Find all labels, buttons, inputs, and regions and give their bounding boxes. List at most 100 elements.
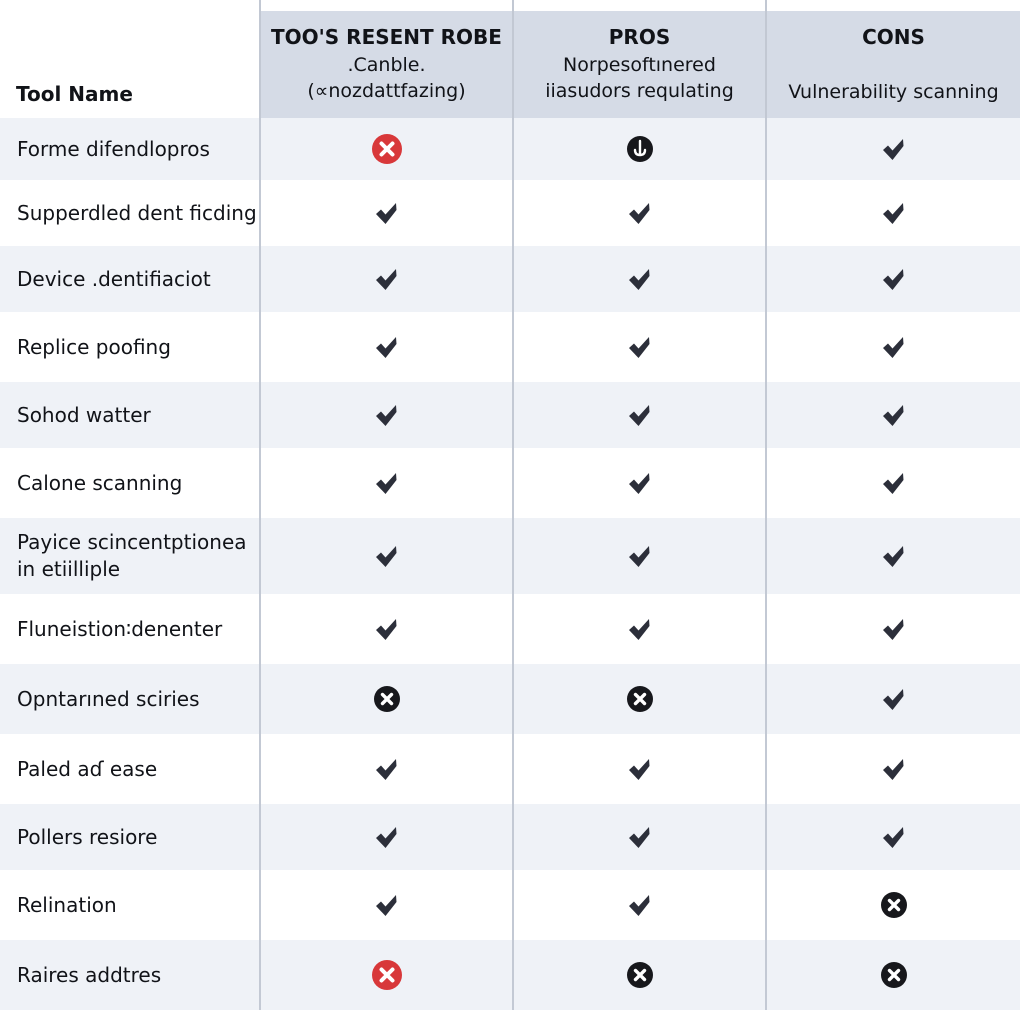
status-cell — [259, 118, 513, 180]
x-circle-red-icon — [371, 133, 403, 165]
checkmark-icon — [371, 263, 403, 295]
status-cell — [512, 804, 766, 870]
status-cell — [765, 518, 1020, 594]
header-feature-1: TOO'S RESENT ROBE .Canble. (∝nozdattfazin… — [259, 0, 513, 118]
checkmark-icon — [624, 889, 656, 921]
checkmark-icon — [878, 683, 910, 715]
status-cell — [765, 594, 1020, 664]
table-row: Pollers resiore — [0, 804, 1020, 870]
status-cell — [512, 664, 766, 734]
checkmark-icon — [878, 399, 910, 431]
checkmark-icon — [624, 540, 656, 572]
status-cell — [765, 382, 1020, 448]
x-circle-dark-icon — [878, 889, 910, 921]
checkmark-icon — [878, 613, 910, 645]
checkmark-icon — [371, 753, 403, 785]
checkmark-icon — [624, 467, 656, 499]
table-row: Fluneistion∶denenter — [0, 594, 1020, 664]
tool-name-cell: Sohod watter — [0, 382, 260, 448]
checkmark-icon — [878, 540, 910, 572]
status-cell — [765, 940, 1020, 1010]
checkmark-icon — [878, 331, 910, 363]
tool-name-cell: Device .dentifiaciot — [0, 246, 260, 312]
checkmark-icon — [624, 331, 656, 363]
status-cell — [512, 312, 766, 382]
anchor-circle-icon — [624, 133, 656, 165]
status-cell — [259, 448, 513, 518]
status-cell — [512, 940, 766, 1010]
table-row: Opntarıned sciries — [0, 664, 1020, 734]
status-cell — [259, 940, 513, 1010]
tool-name-cell: Payice scincentptionea in etiilliple — [0, 518, 260, 594]
checkmark-icon — [371, 467, 403, 499]
status-cell — [765, 870, 1020, 940]
status-cell — [765, 448, 1020, 518]
table-row: Forme difendlopros — [0, 118, 1020, 180]
header-pros: PROS Norpesoftınered iiasudors requlating — [512, 0, 766, 118]
checkmark-icon — [624, 197, 656, 229]
tool-name-cell: Pollers resiore — [0, 804, 260, 870]
checkmark-icon — [624, 753, 656, 785]
checkmark-icon — [371, 540, 403, 572]
header-row: Tool Name TOO'S RESENT ROBE .Canble. (∝no… — [0, 0, 1020, 118]
header-subtitle: Norpesoftınered iiasudors requlating — [545, 54, 734, 102]
status-cell — [512, 118, 766, 180]
header-tool-name: Tool Name — [0, 0, 260, 118]
checkmark-icon — [371, 613, 403, 645]
checkmark-icon — [624, 613, 656, 645]
status-cell — [512, 518, 766, 594]
checkmark-icon — [371, 197, 403, 229]
tool-name-cell: Relination — [0, 870, 260, 940]
tool-name-cell: Opntarıned sciries — [0, 664, 260, 734]
status-cell — [259, 382, 513, 448]
status-cell — [259, 246, 513, 312]
tool-name-cell: Calone scanning — [0, 448, 260, 518]
header-title: Tool Name — [16, 82, 133, 106]
status-cell — [512, 382, 766, 448]
status-cell — [765, 312, 1020, 382]
status-cell — [765, 180, 1020, 246]
table-row: Calone scanning — [0, 448, 1020, 518]
status-cell — [259, 734, 513, 804]
table-row: Raires addtres — [0, 940, 1020, 1010]
table-row: Device .dentifiaciot — [0, 246, 1020, 312]
header-title: CONS — [862, 25, 925, 49]
comparison-table: Tool Name TOO'S RESENT ROBE .Canble. (∝no… — [0, 0, 1020, 1010]
table-body: Forme difendlopros Supperdled dent ficdin… — [0, 118, 1020, 1010]
checkmark-icon — [878, 467, 910, 499]
checkmark-icon — [624, 821, 656, 853]
table-row: Replice poofing — [0, 312, 1020, 382]
tool-name-cell: Raires addtres — [0, 940, 260, 1010]
status-cell — [512, 870, 766, 940]
table-row: Supperdled dent ficding — [0, 180, 1020, 246]
status-cell — [512, 734, 766, 804]
status-cell — [259, 804, 513, 870]
checkmark-icon — [371, 889, 403, 921]
status-cell — [512, 180, 766, 246]
checkmark-icon — [878, 133, 910, 165]
checkmark-icon — [371, 331, 403, 363]
table-row: Payice scincentptionea in etiilliple — [0, 518, 1020, 594]
status-cell — [765, 734, 1020, 804]
status-cell — [512, 246, 766, 312]
checkmark-icon — [878, 263, 910, 295]
checkmark-icon — [371, 399, 403, 431]
status-cell — [259, 180, 513, 246]
checkmark-icon — [624, 399, 656, 431]
x-circle-dark-icon — [371, 683, 403, 715]
table-row: Relination — [0, 870, 1020, 940]
checkmark-icon — [878, 753, 910, 785]
x-circle-red-icon — [371, 959, 403, 991]
tool-name-cell: Fluneistion∶denenter — [0, 594, 260, 664]
header-subtitle: .Canble. (∝nozdattfazing) — [307, 54, 466, 102]
status-cell — [512, 448, 766, 518]
status-cell — [259, 312, 513, 382]
header-subtitle: Vulnerability scanning — [788, 81, 999, 103]
checkmark-icon — [371, 821, 403, 853]
checkmark-icon — [878, 197, 910, 229]
comparison-table-container: Tool Name TOO'S RESENT ROBE .Canble. (∝no… — [0, 0, 1024, 1010]
header-title: PROS — [608, 25, 671, 49]
status-cell — [512, 594, 766, 664]
tool-name-cell: Paled aɗ ease — [0, 734, 260, 804]
status-cell — [765, 804, 1020, 870]
